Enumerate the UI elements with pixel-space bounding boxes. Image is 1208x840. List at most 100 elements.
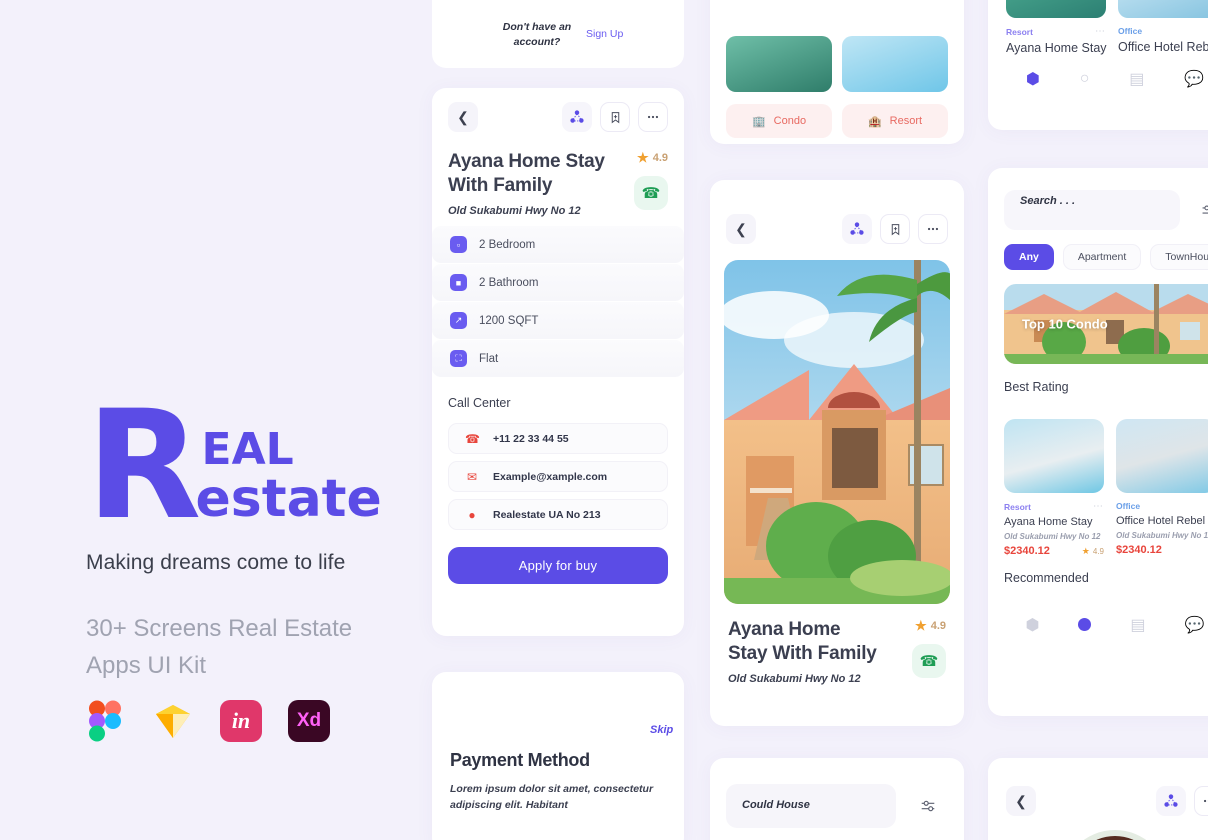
amenity-label: 2 Bathroom xyxy=(479,276,539,289)
filter-sliders-icon[interactable] xyxy=(1190,192,1208,228)
list-item[interactable]: Office Office Hotel Rebel xyxy=(1118,0,1208,55)
chat-icon[interactable]: 💬 xyxy=(1184,69,1204,89)
chat-icon[interactable]: 💬 xyxy=(1185,615,1205,635)
more-horizontal-icon[interactable] xyxy=(918,214,948,244)
adobe-xd-label: Xd xyxy=(288,700,330,742)
apply-for-buy-button[interactable]: Apply for buy xyxy=(448,547,668,585)
more-horizontal-icon[interactable] xyxy=(638,102,668,132)
filter-chip-any[interactable]: Any xyxy=(1004,244,1054,270)
chevron-left-icon[interactable]: ❮ xyxy=(448,102,478,132)
promo-banner[interactable]: Top 10 Condo xyxy=(1004,284,1208,364)
detail-card-header: ❮ xyxy=(432,88,684,132)
home-icon[interactable]: ⬢ xyxy=(1026,69,1040,89)
list-icon[interactable]: ▤ xyxy=(1129,69,1144,89)
bottom-navbar: ⬢ ○ ▤ 💬 xyxy=(988,55,1208,89)
contact-row-address[interactable]: ● Realestate UA No 213 xyxy=(448,499,668,531)
listing-price-row: $2340.12 ★ xyxy=(1116,544,1208,556)
listing-photo xyxy=(1118,0,1208,18)
chevron-left-icon[interactable]: ❮ xyxy=(1006,786,1036,816)
home-icon[interactable]: ⬢ xyxy=(1025,615,1039,635)
bookmark-add-icon[interactable] xyxy=(880,214,910,244)
phone-call-icon[interactable]: ☎ xyxy=(912,644,946,678)
mini-listing-row: Resort ⋯ Ayana Home Stay Office Office H… xyxy=(988,0,1208,55)
property-title: Ayana Home Stay With Family xyxy=(728,619,877,664)
detail-address: Old Sukabumi Hwy No 12 xyxy=(448,204,581,217)
figma-icon xyxy=(84,700,126,742)
search-input[interactable]: Could House xyxy=(726,784,896,828)
profile-card-actions xyxy=(1156,786,1208,816)
category-chip-label: Resort xyxy=(889,115,923,127)
listing-rating-value: 4.9 xyxy=(1092,546,1104,556)
category-chip-label: Condo xyxy=(773,115,807,127)
sketch-icon xyxy=(152,700,194,742)
property-card-header: ❮ xyxy=(710,180,964,244)
listing-rating: ★ 4.9 xyxy=(1082,546,1104,557)
payment-title: Payment Method xyxy=(450,750,590,770)
contact-row-email[interactable]: ✉ Example@xample.com xyxy=(448,461,668,493)
listing-price: $2340.12 xyxy=(1116,544,1162,557)
mail-icon: ✉ xyxy=(466,469,478,484)
logo-lockup: R EAL estate Making dreams come to life xyxy=(86,391,386,575)
dot-active-icon[interactable] xyxy=(1078,618,1092,632)
category-photo[interactable] xyxy=(726,36,832,92)
list-item[interactable]: Resort ⋯ Ayana Home Stay xyxy=(1006,0,1107,55)
call-center-title: Call Center xyxy=(448,396,511,411)
adobe-xd-icon: Xd xyxy=(288,700,330,742)
share-icon[interactable] xyxy=(1156,786,1186,816)
contact-row-phone[interactable]: ☎ +11 22 33 44 55 xyxy=(448,423,668,455)
listing-tag: Resort xyxy=(1006,26,1033,37)
phone-call-icon[interactable]: ☎ xyxy=(634,176,668,210)
share-icon[interactable] xyxy=(842,214,872,244)
more-horizontal-icon[interactable]: ⋯ xyxy=(1095,26,1106,37)
list-item[interactable]: Office Office Hotel Rebel Old Sukabumi H… xyxy=(1116,419,1208,557)
amenity-label: 2 Bedroom xyxy=(479,238,536,251)
listing-meta: Resort ⋯ xyxy=(1006,26,1106,37)
category-photo[interactable] xyxy=(842,36,948,92)
listing-name: Office Hotel Rebel xyxy=(1116,515,1206,528)
brand-subheadline: 30+ Screens Real Estate Apps UI Kit xyxy=(86,615,353,680)
category-chip-resort[interactable]: 🏨 Resort xyxy=(842,104,948,138)
resort-icon: 🏨 xyxy=(867,115,882,128)
signup-link[interactable]: Sign Up xyxy=(586,28,623,40)
amenities-list: ▫ 2 Bedroom ■ 2 Bathroom ↗ 1200 SQFT ⛶ F… xyxy=(432,226,684,378)
star-icon: ★ xyxy=(637,150,649,165)
amenity-row: ⛶ Flat xyxy=(432,340,684,378)
more-horizontal-icon[interactable]: ⋯ xyxy=(1093,501,1104,512)
category-card: 🏢 Condo 🏨 Resort ⬢ ○ ▤ 💬 xyxy=(710,0,964,144)
building-icon: ⛶ xyxy=(450,350,467,368)
logo-text-estate: estate xyxy=(195,469,382,529)
bath-icon: ■ xyxy=(450,274,467,292)
filter-chip-townhouse[interactable]: TownHouse xyxy=(1150,244,1208,270)
bed-icon: ▫ xyxy=(450,236,467,254)
more-horizontal-icon[interactable] xyxy=(1194,786,1208,816)
listing-name: Ayana Home Stay xyxy=(1006,41,1107,55)
search-input[interactable]: Search . . . xyxy=(1004,190,1180,230)
filter-chip-apartment[interactable]: Apartment xyxy=(1062,244,1142,270)
property-rating-value: 4.9 xyxy=(930,620,946,632)
listing-tag: Office xyxy=(1116,501,1141,512)
section-header-best-rating: Best Rating See all xyxy=(988,364,1208,407)
list-item[interactable]: Resort ⋯ Ayana Home Stay Old Sukabumi Hw… xyxy=(1004,419,1104,557)
skip-button[interactable]: Skip xyxy=(650,722,673,739)
list-icon[interactable]: ▤ xyxy=(1130,615,1145,635)
property-card-actions xyxy=(842,214,948,244)
property-card-footer: Ayana Home Stay With Family Old Sukabumi… xyxy=(710,604,964,686)
logo: R EAL estate xyxy=(86,391,386,541)
listing-meta: Office xyxy=(1118,26,1208,36)
listing-meta: Office xyxy=(1116,501,1208,511)
filter-sliders-icon[interactable] xyxy=(908,786,948,826)
profile-card: ❮ xyxy=(988,758,1208,840)
listing-tag: Resort xyxy=(1004,501,1031,512)
invision-icon: in xyxy=(220,700,262,742)
category-chip-condo[interactable]: 🏢 Condo xyxy=(726,104,832,138)
property-rating: ★ 4.9 xyxy=(915,618,946,634)
share-icon[interactable] xyxy=(562,102,592,132)
brand-tagline: Making dreams come to life xyxy=(86,550,346,574)
bookmark-add-icon[interactable] xyxy=(600,102,630,132)
invision-label: in xyxy=(220,700,262,742)
property-photo-card: ❮ Ayana Home Stay With Family Old Sukabu… xyxy=(710,180,964,726)
phone-icon: ☎ xyxy=(465,431,480,446)
search-icon[interactable]: ○ xyxy=(1080,70,1090,88)
chevron-left-icon[interactable]: ❮ xyxy=(726,214,756,244)
payment-method-card: Payment Method Lorem ipsum dolor sit ame… xyxy=(432,672,684,840)
